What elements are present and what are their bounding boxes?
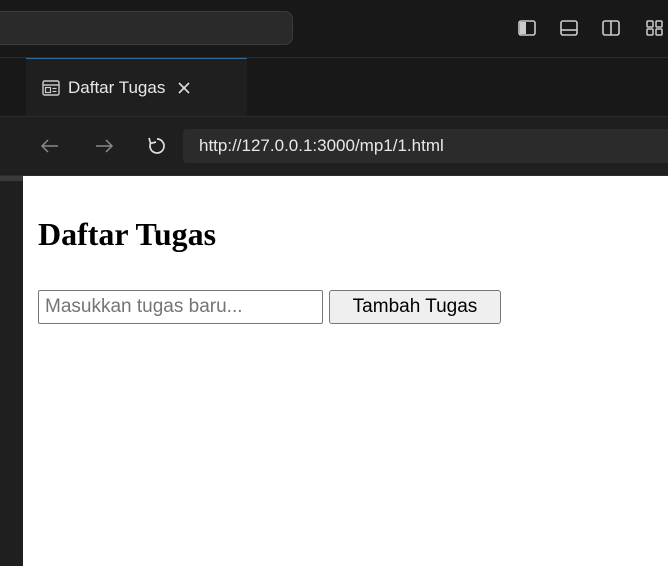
page-title: Daftar Tugas — [38, 216, 217, 252]
browser-nav-bar: http://127.0.0.1:3000/mp1/1.html — [0, 117, 668, 176]
url-text: http://127.0.0.1:3000/mp1/1.html — [199, 136, 444, 155]
toggle-panel-icon[interactable] — [558, 18, 580, 38]
back-arrow-icon[interactable] — [38, 134, 62, 158]
tab-title: Daftar Tugas — [68, 77, 166, 97]
new-task-input[interactable] — [38, 290, 323, 324]
preview-page: Daftar Tugas Tambah Tugas — [23, 176, 668, 566]
customize-layout-icon[interactable] — [644, 18, 666, 38]
toggle-secondary-sidebar-icon[interactable] — [600, 18, 622, 38]
reload-icon[interactable] — [145, 134, 169, 158]
command-center-search[interactable] — [0, 11, 293, 45]
address-bar[interactable]: http://127.0.0.1:3000/mp1/1.html — [183, 129, 668, 163]
tab-daftar-tugas[interactable]: Daftar Tugas — [26, 58, 247, 116]
forward-arrow-icon[interactable] — [92, 134, 116, 158]
toggle-primary-sidebar-icon[interactable] — [516, 18, 538, 38]
left-gutter — [0, 176, 23, 566]
preview-icon — [42, 79, 60, 97]
gutter-divider — [0, 176, 23, 181]
editor-tab-strip: Daftar Tugas — [0, 58, 668, 117]
add-task-button[interactable]: Tambah Tugas — [329, 290, 501, 324]
title-bar — [0, 0, 668, 58]
close-icon[interactable] — [175, 79, 193, 97]
vscode-window: Daftar Tugas http://127.0.0.1:3000/mp1/1… — [0, 0, 668, 566]
